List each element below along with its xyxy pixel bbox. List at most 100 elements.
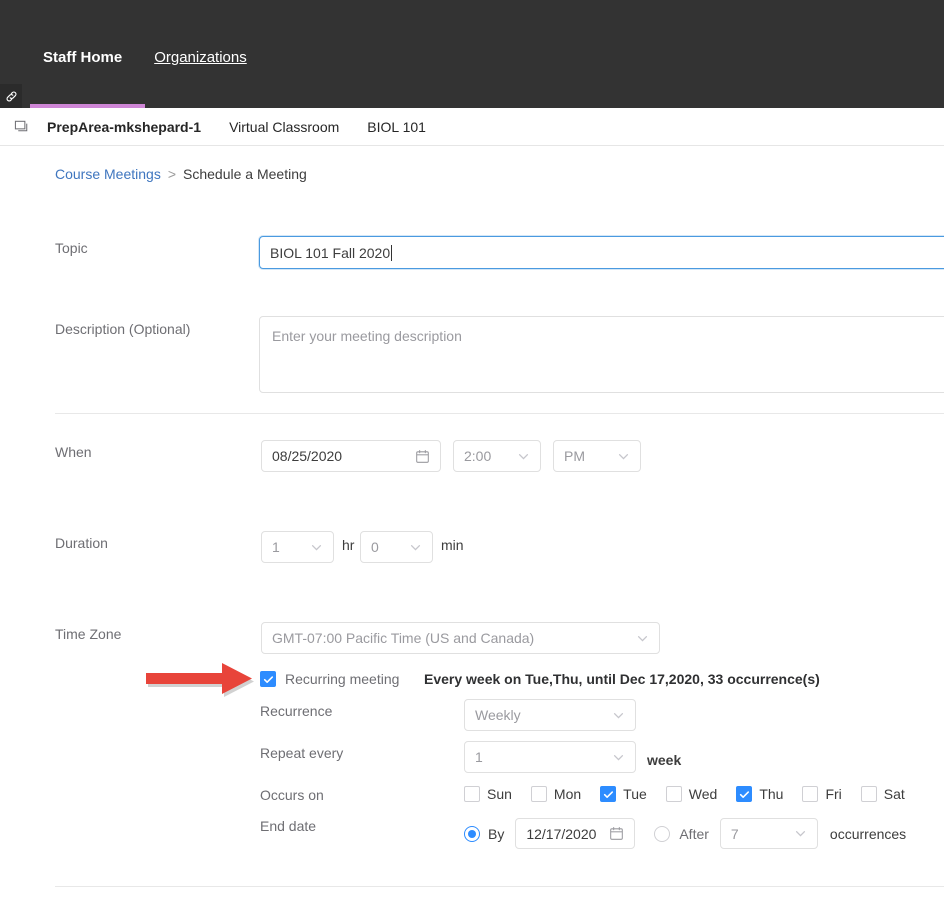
coursebar-item-virtual-classroom[interactable]: Virtual Classroom [229, 119, 339, 135]
chevron-down-icon [613, 754, 624, 760]
end-date-by-radio-dot [468, 829, 476, 838]
day-checkbox-wed-box[interactable] [665, 786, 682, 802]
description-textarea[interactable]: Enter your meeting description [259, 316, 944, 393]
chevron-down-icon [618, 453, 629, 459]
day-checkbox-thu-box[interactable] [736, 786, 753, 802]
day-label-fri: Fri [825, 786, 842, 802]
topic-label: Topic [55, 240, 88, 256]
repeat-every-unit: week [647, 752, 682, 768]
duration-minutes-value: 0 [371, 539, 379, 555]
breadcrumb-current-page: Schedule a Meeting [183, 166, 307, 182]
nav-item-organizations[interactable]: Organizations [154, 48, 247, 68]
topic-input-value: BIOL 101 Fall 2020 [270, 244, 391, 261]
repeat-every-value: 1 [475, 749, 483, 765]
end-date-label: End date [260, 818, 317, 834]
recurring-meeting-label: Recurring meeting [285, 671, 400, 687]
link-icon-badge[interactable] [0, 84, 22, 108]
recurring-summary-text: Every week on Tue,Thu, until Dec 17,2020… [424, 671, 820, 687]
recurrence-label: Recurrence [260, 703, 333, 719]
end-date-after-radio[interactable] [654, 825, 671, 842]
day-checkbox-tue-box[interactable] [600, 786, 617, 802]
calendar-icon [416, 449, 429, 463]
day-checkbox-mon-box[interactable] [530, 786, 547, 802]
annotation-arrow [143, 660, 263, 704]
day-checkbox-sat[interactable]: Sat [860, 786, 905, 802]
breadcrumb-link-course-meetings[interactable]: Course Meetings [55, 166, 161, 182]
when-time-select[interactable]: 2:00 [453, 440, 541, 472]
main-content: Course Meetings > Schedule a Meeting Top… [0, 146, 944, 899]
chevron-down-icon [518, 453, 529, 459]
end-date-after-label: After [679, 825, 709, 842]
nav-item-staff-home[interactable]: Staff Home [43, 48, 122, 68]
chevron-down-icon [637, 635, 648, 641]
recurrence-select[interactable]: Weekly [464, 699, 636, 731]
duration-label: Duration [55, 535, 108, 551]
repeat-every-select[interactable]: 1 [464, 741, 636, 773]
end-date-by-date-value: 12/17/2020 [526, 825, 597, 842]
day-checkbox-thu[interactable]: Thu [736, 786, 783, 802]
occurs-on-label: Occurs on [260, 787, 324, 803]
calendar-icon [610, 826, 624, 840]
day-checkbox-sun[interactable]: Sun [464, 786, 512, 802]
duration-hours-select[interactable]: 1 [261, 531, 334, 563]
day-checkbox-fri-box[interactable] [802, 786, 819, 802]
day-label-mon: Mon [553, 786, 582, 802]
day-checkbox-tue[interactable]: Tue [600, 786, 647, 802]
day-label-sat: Sat [883, 786, 905, 802]
description-label: Description (Optional) [55, 321, 191, 337]
breadcrumb-separator: > [167, 166, 177, 182]
day-checkbox-fri[interactable]: Fri [802, 786, 842, 802]
page-root: Staff Home Organizations PrepArea-mkshep… [0, 0, 944, 899]
end-date-after-count-select[interactable]: 7 [719, 818, 818, 849]
occurs-on-day-list: Sun Mon Tue Wed Thu Fri Sat [464, 786, 916, 802]
end-date-after-count-value: 7 [730, 825, 739, 842]
day-label-thu: Thu [759, 786, 784, 802]
topic-input[interactable]: BIOL 101 Fall 2020 [259, 236, 944, 269]
timezone-label: Time Zone [55, 626, 122, 642]
day-checkbox-sun-box[interactable] [464, 786, 480, 802]
duration-minutes-select[interactable]: 0 [360, 531, 433, 563]
duration-minutes-unit: min [441, 537, 464, 553]
end-date-by-date-input[interactable]: 12/17/2020 [515, 818, 636, 849]
chevron-down-icon [795, 831, 805, 837]
top-nav-links: Staff Home Organizations [43, 48, 247, 68]
text-cursor [391, 244, 393, 261]
course-context-bar: PrepArea-mkshepard-1 Virtual Classroom B… [0, 108, 944, 146]
nav-item-organizations-label: Organizations [154, 49, 247, 66]
chevron-down-icon [311, 544, 322, 550]
divider-after-description [55, 413, 944, 414]
duration-hours-value: 1 [272, 539, 280, 555]
coursebar-item-biol-101[interactable]: BIOL 101 [367, 119, 426, 135]
when-date-input[interactable]: 08/25/2020 [261, 440, 441, 472]
topic-input-value-wrap: BIOL 101 Fall 2020 [270, 244, 944, 261]
when-label: When [55, 444, 92, 460]
day-checkbox-sat-box[interactable] [860, 786, 877, 802]
end-date-controls: By 12/17/2020 After 7 occurrences [464, 818, 906, 849]
when-date-value: 08/25/2020 [272, 448, 343, 464]
recurrence-value: Weekly [475, 707, 521, 723]
coursebar-item-prep-area[interactable]: PrepArea-mkshepard-1 [47, 119, 201, 135]
recurring-meeting-row: Recurring meeting [260, 671, 399, 687]
end-date-by-label: By [488, 825, 505, 842]
day-label-sun: Sun [487, 786, 512, 802]
day-checkbox-mon[interactable]: Mon [530, 786, 582, 802]
timezone-select[interactable]: GMT-07:00 Pacific Time (US and Canada) [261, 622, 660, 654]
day-checkbox-wed[interactable]: Wed [665, 786, 718, 802]
when-meridiem-select[interactable]: PM [553, 440, 641, 472]
when-meridiem-value: PM [564, 448, 585, 464]
when-time-value: 2:00 [464, 448, 492, 464]
link-icon [6, 91, 16, 101]
end-date-by-radio[interactable] [464, 825, 480, 842]
window-copy-icon [13, 118, 31, 136]
divider-bottom [55, 886, 944, 887]
top-navigation-bar: Staff Home Organizations [0, 0, 944, 108]
duration-hours-unit: hr [342, 537, 355, 553]
day-label-tue: Tue [623, 786, 647, 802]
repeat-every-label: Repeat every [260, 745, 344, 761]
chevron-down-icon [410, 544, 421, 550]
day-label-wed: Wed [688, 786, 718, 802]
description-placeholder: Enter your meeting description [272, 328, 462, 344]
timezone-value: GMT-07:00 Pacific Time (US and Canada) [272, 630, 535, 646]
nav-item-staff-home-label: Staff Home [43, 49, 123, 66]
chevron-down-icon [613, 712, 624, 718]
